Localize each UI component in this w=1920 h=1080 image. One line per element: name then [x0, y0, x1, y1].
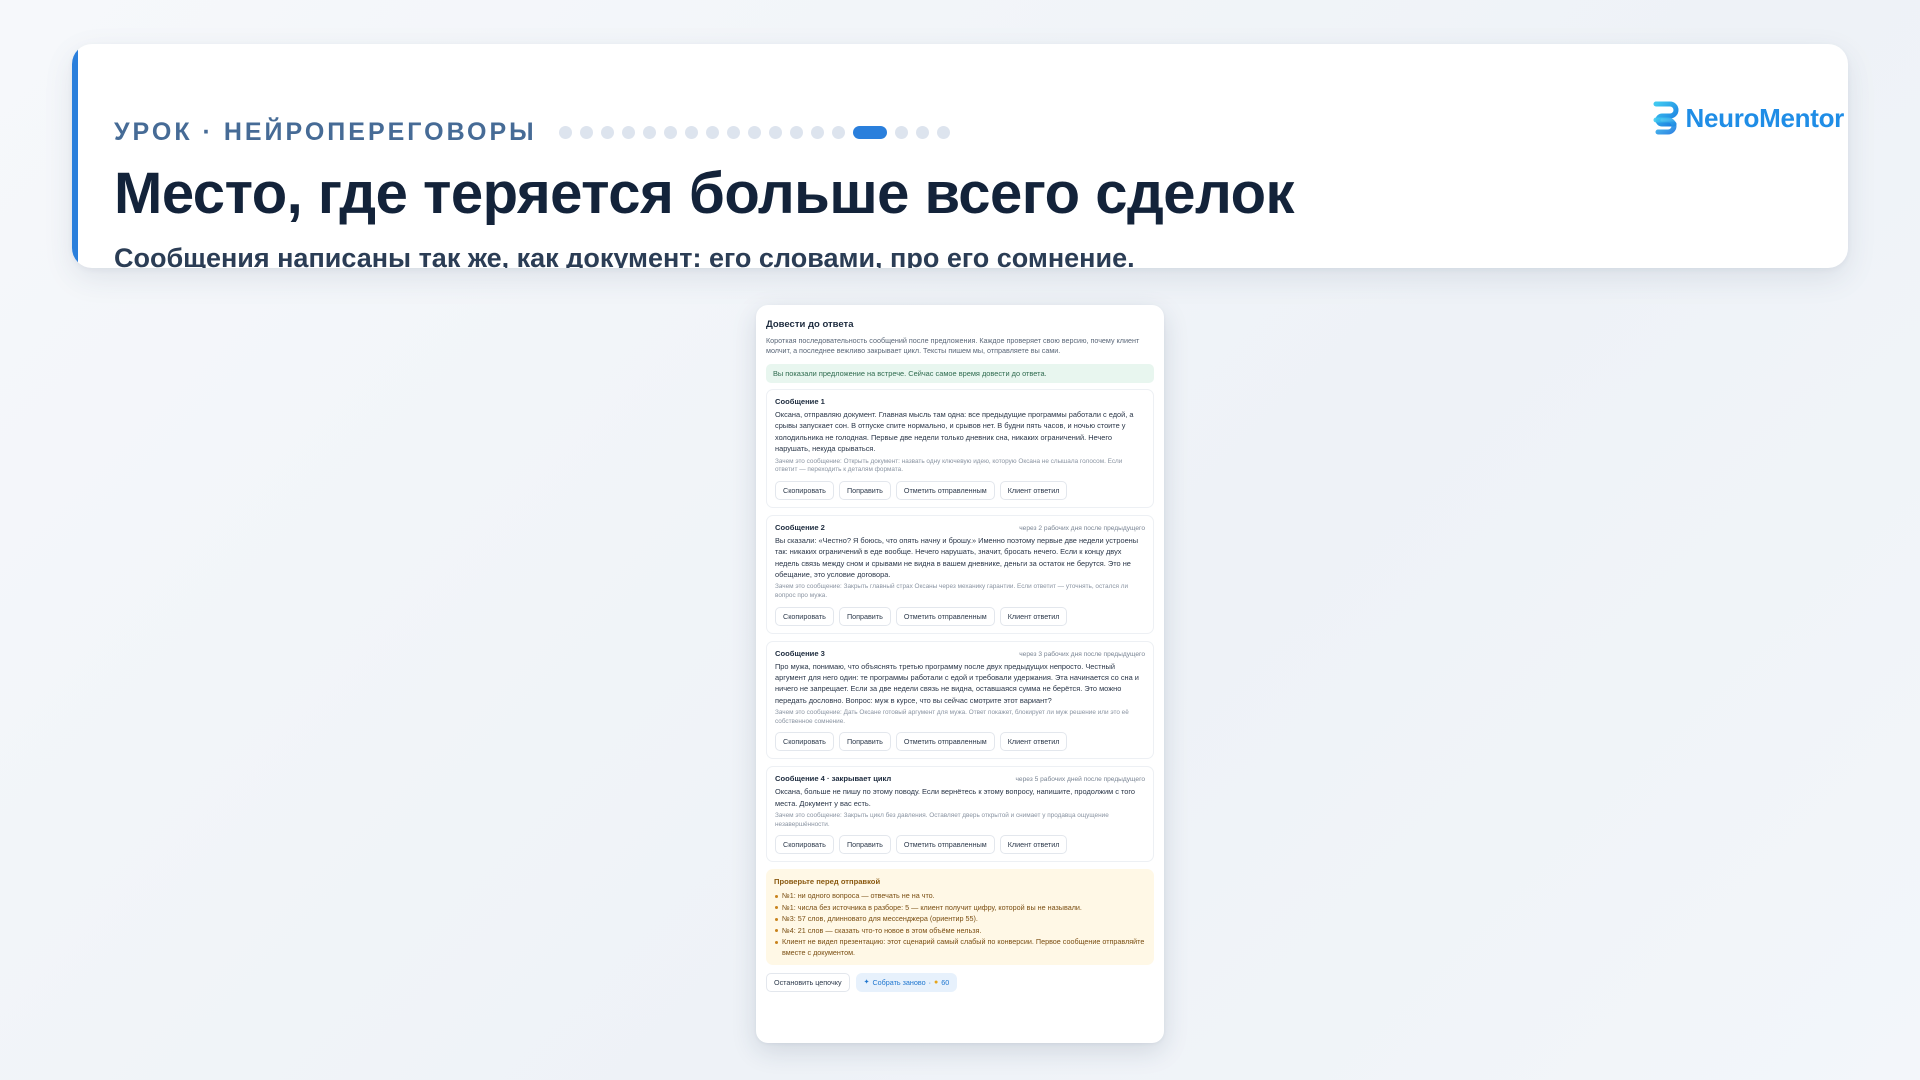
sparkle-icon: ✦	[863, 979, 870, 987]
progress-dot	[642, 126, 656, 139]
checklist-item: №4: 21 слов — сказать что-то новое в это…	[774, 925, 1146, 936]
stop-chain-button[interactable]: Остановить цепочку	[766, 972, 850, 992]
mark-sent-button[interactable]: Отметить отправленным	[895, 606, 995, 626]
follow-up-panel: Довести до ответа Короткая последователь…	[756, 305, 1164, 1043]
message-header: Сообщение 3 через 3 рабочих дня после пре…	[775, 649, 1145, 658]
message-title: Сообщение 4 · закрывает цикл	[775, 774, 892, 784]
rebuild-label: Собрать заново	[872, 977, 926, 987]
copy-button[interactable]: Скопировать	[775, 835, 834, 855]
message-card: Сообщение 4 · закрывает цикл через 5 рабо…	[766, 766, 1154, 863]
edit-button[interactable]: Поправить	[838, 732, 891, 752]
progress-dot	[621, 126, 635, 139]
message-title: Сообщение 1	[775, 397, 825, 406]
client-replied-button[interactable]: Клиент ответил	[999, 835, 1068, 855]
neuromentor-logo-icon	[1653, 101, 1678, 135]
footer-actions: Остановить цепочку ✦ Собрать заново · ● …	[766, 972, 1154, 992]
rebuild-separator: ·	[928, 977, 932, 987]
brand: NeuroMentor	[1650, 100, 1844, 136]
copy-button[interactable]: Скопировать	[775, 480, 834, 500]
progress-dot	[894, 126, 908, 139]
panel-description: Короткая последовательность сообщений по…	[766, 336, 1140, 355]
lesson-header-card: УРОК · НЕЙРОПЕРЕГОВОРЫ Место, где теряет…	[72, 44, 1848, 268]
pre-send-checklist: Проверьте перед отправкой №1: ни одного …	[766, 869, 1154, 965]
progress-dot	[726, 126, 740, 139]
message-card: Сообщение 3 через 3 рабочих дня после пре…	[766, 640, 1154, 760]
brand-name: NeuroMentor	[1685, 102, 1845, 133]
progress-dot	[831, 126, 845, 139]
mark-sent-button[interactable]: Отметить отправленным	[895, 480, 995, 500]
checklist-item: Клиент не видел презентацию: этот сценар…	[774, 936, 1146, 959]
page-title: Место, где теряется больше всего сделок	[114, 161, 1295, 226]
checklist-item: №1: числа без источника в разборе: 5 — к…	[774, 902, 1146, 913]
progress-dot	[789, 126, 803, 139]
checklist-item: №3: 57 слов, длинновато для мессенджера …	[774, 913, 1146, 924]
client-replied-button[interactable]: Клиент ответил	[999, 480, 1068, 500]
progress-dot	[936, 126, 950, 139]
progress-dot	[579, 126, 593, 139]
progress-dot	[684, 126, 698, 139]
message-delay: через 2 рабочих дня после предыдущего	[1019, 524, 1145, 532]
progress-dot	[663, 126, 677, 139]
checklist-title: Проверьте перед отправкой	[774, 877, 881, 887]
client-replied-button[interactable]: Клиент ответил	[999, 732, 1068, 752]
message-body: Оксана, отправляю документ. Главная мысл…	[775, 410, 1134, 454]
status-banner: Вы показали предложение на встрече. Сейч…	[766, 364, 1154, 383]
message-list: Сообщение 1 Оксана, отправляю документ. Г…	[766, 389, 1154, 863]
progress-dot	[705, 126, 719, 139]
message-header: Сообщение 1	[775, 397, 1145, 406]
progress-dot	[810, 126, 824, 139]
message-actions: Скопировать Поправить Отметить отправленны…	[775, 480, 1145, 500]
message-actions: Скопировать Поправить Отметить отправленны…	[775, 732, 1145, 752]
message-header: Сообщение 2 через 2 рабочих дня после пре…	[775, 523, 1145, 532]
panel-title: Довести до ответа	[766, 319, 854, 330]
message-body: Вы сказали: «Честно? Я боюсь, что опять …	[775, 535, 1139, 580]
eyebrow-row: УРОК · НЕЙРОПЕРЕГОВОРЫ	[114, 118, 950, 147]
checklist-items: №1: ни одного вопроса — отвечать не на ч…	[774, 890, 1146, 958]
message-why: Зачем это сообщение: Закрыть цикл без да…	[775, 812, 1109, 828]
message-delay: через 3 рабочих дня после предыдущего	[1019, 650, 1145, 658]
message-title: Сообщение 2	[775, 522, 825, 532]
edit-button[interactable]: Поправить	[838, 480, 891, 500]
message-why: Зачем это сообщение: Дать Оксане готовый…	[775, 709, 1129, 725]
progress-dot	[747, 126, 761, 139]
rebuild-cost: 60	[941, 977, 950, 987]
lesson-eyebrow: УРОК · НЕЙРОПЕРЕГОВОРЫ	[114, 118, 537, 146]
message-body: Про мужа, понимаю, что объяснять третью …	[775, 661, 1139, 705]
message-card: Сообщение 2 через 2 рабочих дня после пре…	[766, 514, 1154, 634]
progress-dot-current	[852, 126, 887, 139]
message-actions: Скопировать Поправить Отметить отправленны…	[775, 835, 1145, 855]
progress-dot	[600, 126, 614, 139]
progress-dot	[915, 126, 929, 139]
client-replied-button[interactable]: Клиент ответил	[999, 606, 1068, 626]
mark-sent-button[interactable]: Отметить отправленным	[895, 732, 995, 752]
message-title: Сообщение 3	[775, 648, 825, 658]
message-body: Оксана, больше не пишу по этому поводу. …	[775, 787, 1136, 808]
message-card: Сообщение 1 Оксана, отправляю документ. Г…	[766, 389, 1154, 508]
page-subtitle: Сообщения написаны так же, как документ:…	[114, 243, 1135, 268]
coin-icon: ●	[934, 978, 939, 986]
progress-dot	[768, 126, 782, 139]
message-why: Зачем это сообщение: Открыть документ: н…	[775, 457, 1123, 474]
edit-button[interactable]: Поправить	[838, 606, 891, 626]
rebuild-button[interactable]: ✦ Собрать заново · ● 60	[855, 972, 958, 992]
accent-bar	[72, 44, 78, 268]
copy-button[interactable]: Скопировать	[775, 732, 834, 752]
mark-sent-button[interactable]: Отметить отправленным	[895, 835, 995, 855]
message-actions: Скопировать Поправить Отметить отправленны…	[775, 606, 1145, 626]
message-why: Зачем это сообщение: Закрыть главный стр…	[775, 583, 1129, 600]
progress-dot	[558, 126, 572, 139]
checklist-item: №1: ни одного вопроса — отвечать не на ч…	[774, 890, 1146, 901]
lesson-progress	[558, 126, 950, 139]
message-delay: через 5 рабочих дней после предыдущего	[1015, 776, 1145, 784]
message-header: Сообщение 4 · закрывает цикл через 5 рабо…	[775, 774, 1145, 783]
copy-button[interactable]: Скопировать	[775, 606, 834, 626]
edit-button[interactable]: Поправить	[838, 835, 891, 855]
